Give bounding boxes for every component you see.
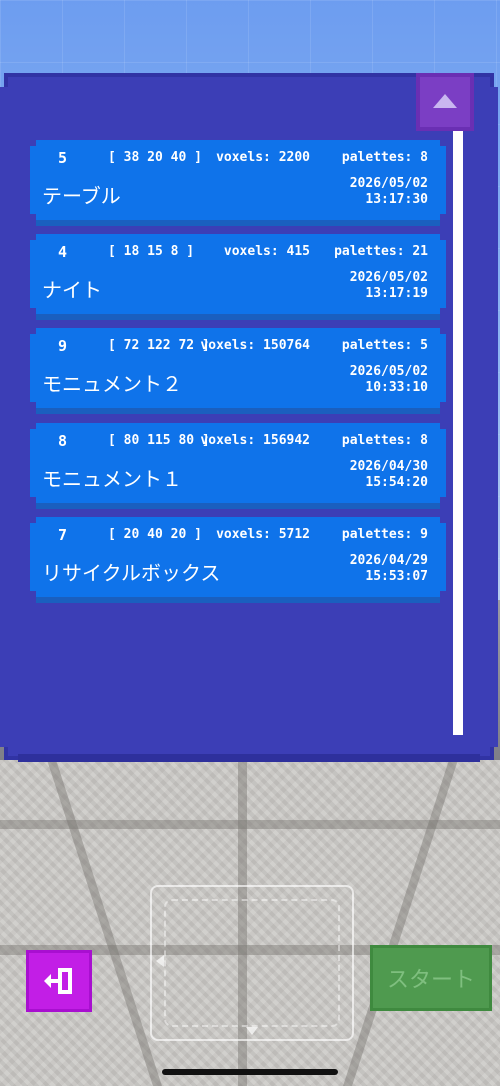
exit-door-icon (44, 968, 72, 994)
model-date: 2026/04/30 (349, 459, 428, 474)
model-name: モニュメント１ (42, 467, 182, 491)
card-shadow (36, 503, 440, 509)
model-palettes: palettes: 8 (341, 433, 428, 448)
panel-shadow (18, 754, 480, 762)
model-voxels: voxels: 150764 (200, 338, 310, 353)
model-card[interactable]: 5 [ 38 20 40 ] voxels: 2200 palettes: 8 … (30, 140, 446, 226)
panel-edge (0, 87, 8, 747)
home-indicator[interactable] (162, 1069, 338, 1075)
model-date: 2026/05/02 (349, 270, 428, 285)
model-time: 15:54:20 (365, 475, 428, 490)
model-date: 2026/05/02 (349, 364, 428, 379)
model-time: 13:17:19 (365, 286, 428, 301)
model-card[interactable]: 9 [ 72 122 72 ] voxels: 150764 palettes:… (30, 328, 446, 414)
model-date: 2026/04/29 (349, 553, 428, 568)
card-shadow (36, 408, 440, 414)
model-id: 4 (58, 243, 68, 261)
card-shadow (36, 314, 440, 320)
triangle-up-icon (433, 94, 457, 108)
model-time: 13:17:30 (365, 192, 428, 207)
model-voxels: voxels: 2200 (216, 150, 310, 165)
model-time: 10:33:10 (365, 380, 428, 395)
model-timestamp: 2026/05/02 10:33:10 (350, 364, 428, 396)
exit-button[interactable] (26, 950, 92, 1012)
arrow-down-icon (246, 1027, 258, 1035)
model-name: モニュメント２ (42, 372, 182, 396)
panel-edge (490, 87, 498, 747)
model-name: リサイクルボックス (42, 561, 221, 585)
model-voxels: voxels: 156942 (200, 433, 310, 448)
model-name: ナイト (42, 278, 102, 302)
model-card[interactable]: 7 [ 20 40 20 ] voxels: 5712 palettes: 9 … (30, 517, 446, 603)
model-card[interactable]: 8 [ 80 115 80 ] voxels: 156942 palettes:… (30, 423, 446, 509)
model-card[interactable]: 4 [ 18 15 8 ] voxels: 415 palettes: 21 ナ… (30, 234, 446, 320)
start-button[interactable]: スタート (370, 945, 492, 1011)
model-id: 7 (58, 526, 68, 544)
arrow-left-icon (156, 955, 164, 967)
movement-pad-inner (164, 899, 340, 1027)
card-shadow (36, 220, 440, 226)
model-timestamp: 2026/04/30 15:54:20 (350, 459, 428, 491)
model-id: 5 (58, 149, 68, 167)
model-palettes: palettes: 5 (341, 338, 428, 353)
model-id: 8 (58, 432, 68, 450)
model-palettes: palettes: 21 (334, 244, 428, 259)
model-palettes: palettes: 9 (341, 527, 428, 542)
model-voxels: voxels: 415 (223, 244, 310, 259)
card-shadow (36, 597, 440, 603)
model-date: 2026/05/02 (349, 176, 428, 191)
model-timestamp: 2026/05/02 13:17:19 (350, 270, 428, 302)
model-name: テーブル (42, 184, 121, 208)
model-palettes: palettes: 8 (341, 150, 428, 165)
model-id: 9 (58, 337, 68, 355)
scroll-up-button[interactable] (416, 73, 474, 131)
model-timestamp: 2026/04/29 15:53:07 (350, 553, 428, 585)
scrollbar-track[interactable] (453, 131, 463, 735)
model-time: 15:53:07 (365, 569, 428, 584)
movement-pad[interactable] (150, 885, 354, 1041)
model-voxels: voxels: 5712 (216, 527, 310, 542)
model-timestamp: 2026/05/02 13:17:30 (350, 176, 428, 208)
